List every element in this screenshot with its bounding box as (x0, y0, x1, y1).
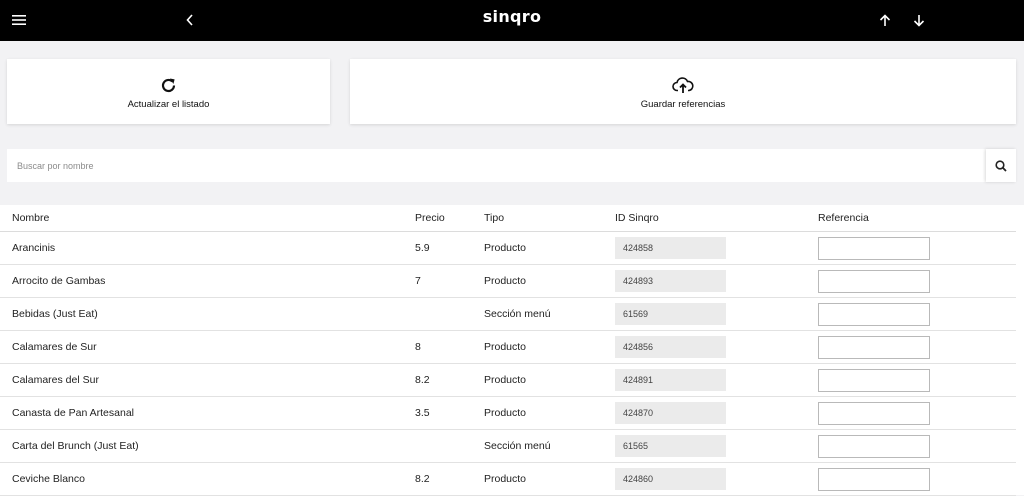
column-header-reference[interactable]: Referencia (818, 212, 869, 224)
row-id-field: 424860 (615, 468, 726, 490)
row-id-field: 424893 (615, 270, 726, 292)
row-name: Calamares de Sur (12, 341, 97, 353)
row-name: Arancinis (12, 242, 56, 254)
row-reference-input[interactable] (818, 369, 930, 392)
row-name: Bebidas (Just Eat) (12, 308, 98, 320)
refresh-list-button[interactable]: Actualizar el listado (7, 59, 330, 124)
row-type: Producto (484, 341, 527, 353)
row-id-field: 424858 (615, 237, 726, 259)
column-header-id[interactable]: ID Sinqro (615, 212, 659, 224)
row-type: Producto (484, 275, 527, 287)
table-row: Canasta de Pan Artesanal 3.5 Producto 42… (0, 397, 1016, 430)
row-reference-input[interactable] (818, 402, 930, 425)
row-reference-input[interactable] (818, 468, 930, 491)
column-header-type[interactable]: Tipo (484, 212, 504, 224)
row-name: Arrocito de Gambas (12, 275, 106, 287)
row-type: Producto (484, 473, 527, 485)
row-reference-input[interactable] (818, 237, 930, 260)
search-button[interactable] (986, 149, 1016, 182)
row-price: 8.2 (415, 473, 430, 485)
refresh-list-label: Actualizar el listado (127, 98, 210, 110)
row-type: Sección menú (484, 440, 551, 452)
products-table: Nombre Precio Tipo ID Sinqro Referencia … (0, 205, 1024, 496)
row-name: Ceviche Blanco (12, 473, 85, 485)
search-bar (7, 149, 1016, 182)
table-row: Calamares del Sur 8.2 Producto 424891 (0, 364, 1016, 397)
save-references-label: Guardar referencias (640, 98, 726, 110)
table-row: Bebidas (Just Eat) Sección menú 61569 (0, 298, 1016, 331)
row-type: Producto (484, 407, 527, 419)
row-price: 8 (415, 341, 421, 353)
table-row: Arancinis 5.9 Producto 424858 (0, 232, 1016, 265)
row-id-field: 424891 (615, 369, 726, 391)
row-id-field: 61565 (615, 435, 726, 457)
search-icon (995, 159, 1007, 172)
row-reference-input[interactable] (818, 435, 930, 458)
arrow-up-icon[interactable] (871, 6, 899, 34)
row-name: Calamares del Sur (12, 374, 99, 386)
table-row: Ceviche Blanco 8.2 Producto 424860 (0, 463, 1016, 496)
row-name: Canasta de Pan Artesanal (12, 407, 135, 419)
column-header-price[interactable]: Precio (415, 212, 445, 224)
save-references-button[interactable]: Guardar referencias (350, 59, 1016, 124)
row-price: 7 (415, 275, 421, 287)
row-type: Producto (484, 374, 527, 386)
row-reference-input[interactable] (818, 336, 930, 359)
table-header: Nombre Precio Tipo ID Sinqro Referencia (0, 205, 1016, 232)
refresh-icon (160, 76, 177, 96)
arrow-down-icon[interactable] (905, 6, 933, 34)
row-id-field: 424856 (615, 336, 726, 358)
row-type: Sección menú (484, 308, 551, 320)
row-name: Carta del Brunch (Just Eat) (12, 440, 139, 452)
column-header-name[interactable]: Nombre (12, 212, 49, 224)
row-price: 3.5 (415, 407, 430, 419)
row-id-field: 424870 (615, 402, 726, 424)
row-price: 8.2 (415, 374, 430, 386)
top-bar: sinqro (0, 0, 1024, 41)
row-price: 5.9 (415, 242, 430, 254)
table-row: Arrocito de Gambas 7 Producto 424893 (0, 265, 1016, 298)
row-type: Producto (484, 242, 527, 254)
cloud-upload-icon (672, 76, 694, 96)
table-row: Calamares de Sur 8 Producto 424856 (0, 331, 1016, 364)
row-id-field: 61569 (615, 303, 726, 325)
row-reference-input[interactable] (818, 270, 930, 293)
table-row: Carta del Brunch (Just Eat) Sección menú… (0, 430, 1016, 463)
row-reference-input[interactable] (818, 303, 930, 326)
search-input[interactable] (7, 149, 986, 182)
